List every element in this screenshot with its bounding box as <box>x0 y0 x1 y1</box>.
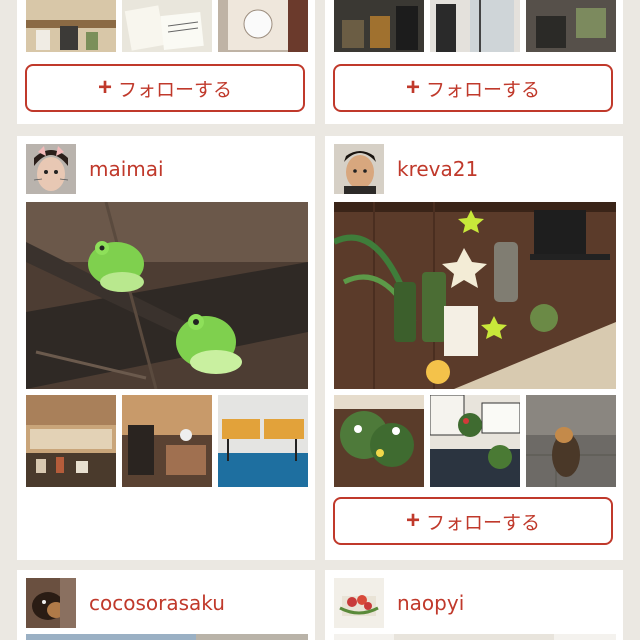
thumbnail-photo[interactable] <box>26 395 116 487</box>
follow-button[interactable]: + フォローする <box>333 497 613 545</box>
thumbnail-photo[interactable] <box>122 0 212 52</box>
thumbnail-photo[interactable] <box>430 0 520 52</box>
user-card-kreva21: kreva21 + フォローする <box>325 136 623 560</box>
thumb-row <box>334 395 616 487</box>
thumbnail-photo[interactable] <box>218 0 308 52</box>
main-photo[interactable] <box>26 202 308 389</box>
user-grid: + フォローする + フォローする maimai kreva21 + フォローす… <box>0 0 640 640</box>
thumb-row <box>26 395 308 487</box>
thumbnail-photo[interactable] <box>334 0 424 52</box>
thumbnail-photo[interactable] <box>122 395 212 487</box>
user-card-1: + フォローする <box>17 0 315 124</box>
follow-label: フォローする <box>118 79 233 101</box>
main-photo[interactable] <box>26 634 308 640</box>
user-card-2: + フォローする <box>325 0 623 124</box>
user-card-naopyi: naopyi <box>325 570 623 640</box>
follow-label: フォローする <box>426 79 541 101</box>
thumbnail-photo[interactable] <box>218 395 308 487</box>
thumbnail-photo[interactable] <box>430 395 520 487</box>
plus-icon: + <box>97 74 112 101</box>
follow-button[interactable]: + フォローする <box>333 64 613 112</box>
user-header[interactable]: naopyi <box>334 578 464 628</box>
username[interactable]: cocosorasaku <box>89 591 225 615</box>
user-card-cocosorasaku: cocosorasaku <box>17 570 315 640</box>
user-header[interactable]: cocosorasaku <box>26 578 225 628</box>
user-header[interactable]: kreva21 <box>334 144 478 194</box>
user-header[interactable]: maimai <box>26 144 164 194</box>
plus-icon: + <box>405 74 420 101</box>
thumbnail-photo[interactable] <box>526 395 616 487</box>
thumbnail-photo[interactable] <box>526 0 616 52</box>
username[interactable]: kreva21 <box>397 157 478 181</box>
thumbnail-photo[interactable] <box>334 395 424 487</box>
follow-label: フォローする <box>426 512 541 534</box>
user-card-maimai: maimai <box>17 136 315 560</box>
avatar[interactable] <box>334 578 384 628</box>
follow-button[interactable]: + フォローする <box>25 64 305 112</box>
username[interactable]: naopyi <box>397 591 464 615</box>
avatar[interactable] <box>26 578 76 628</box>
avatar[interactable] <box>26 144 76 194</box>
main-photo[interactable] <box>334 634 616 640</box>
thumbnail-photo[interactable] <box>26 0 116 52</box>
thumb-row <box>334 0 616 52</box>
thumb-row <box>26 0 308 52</box>
avatar[interactable] <box>334 144 384 194</box>
username[interactable]: maimai <box>89 157 164 181</box>
main-photo[interactable] <box>334 202 616 389</box>
plus-icon: + <box>405 507 420 534</box>
